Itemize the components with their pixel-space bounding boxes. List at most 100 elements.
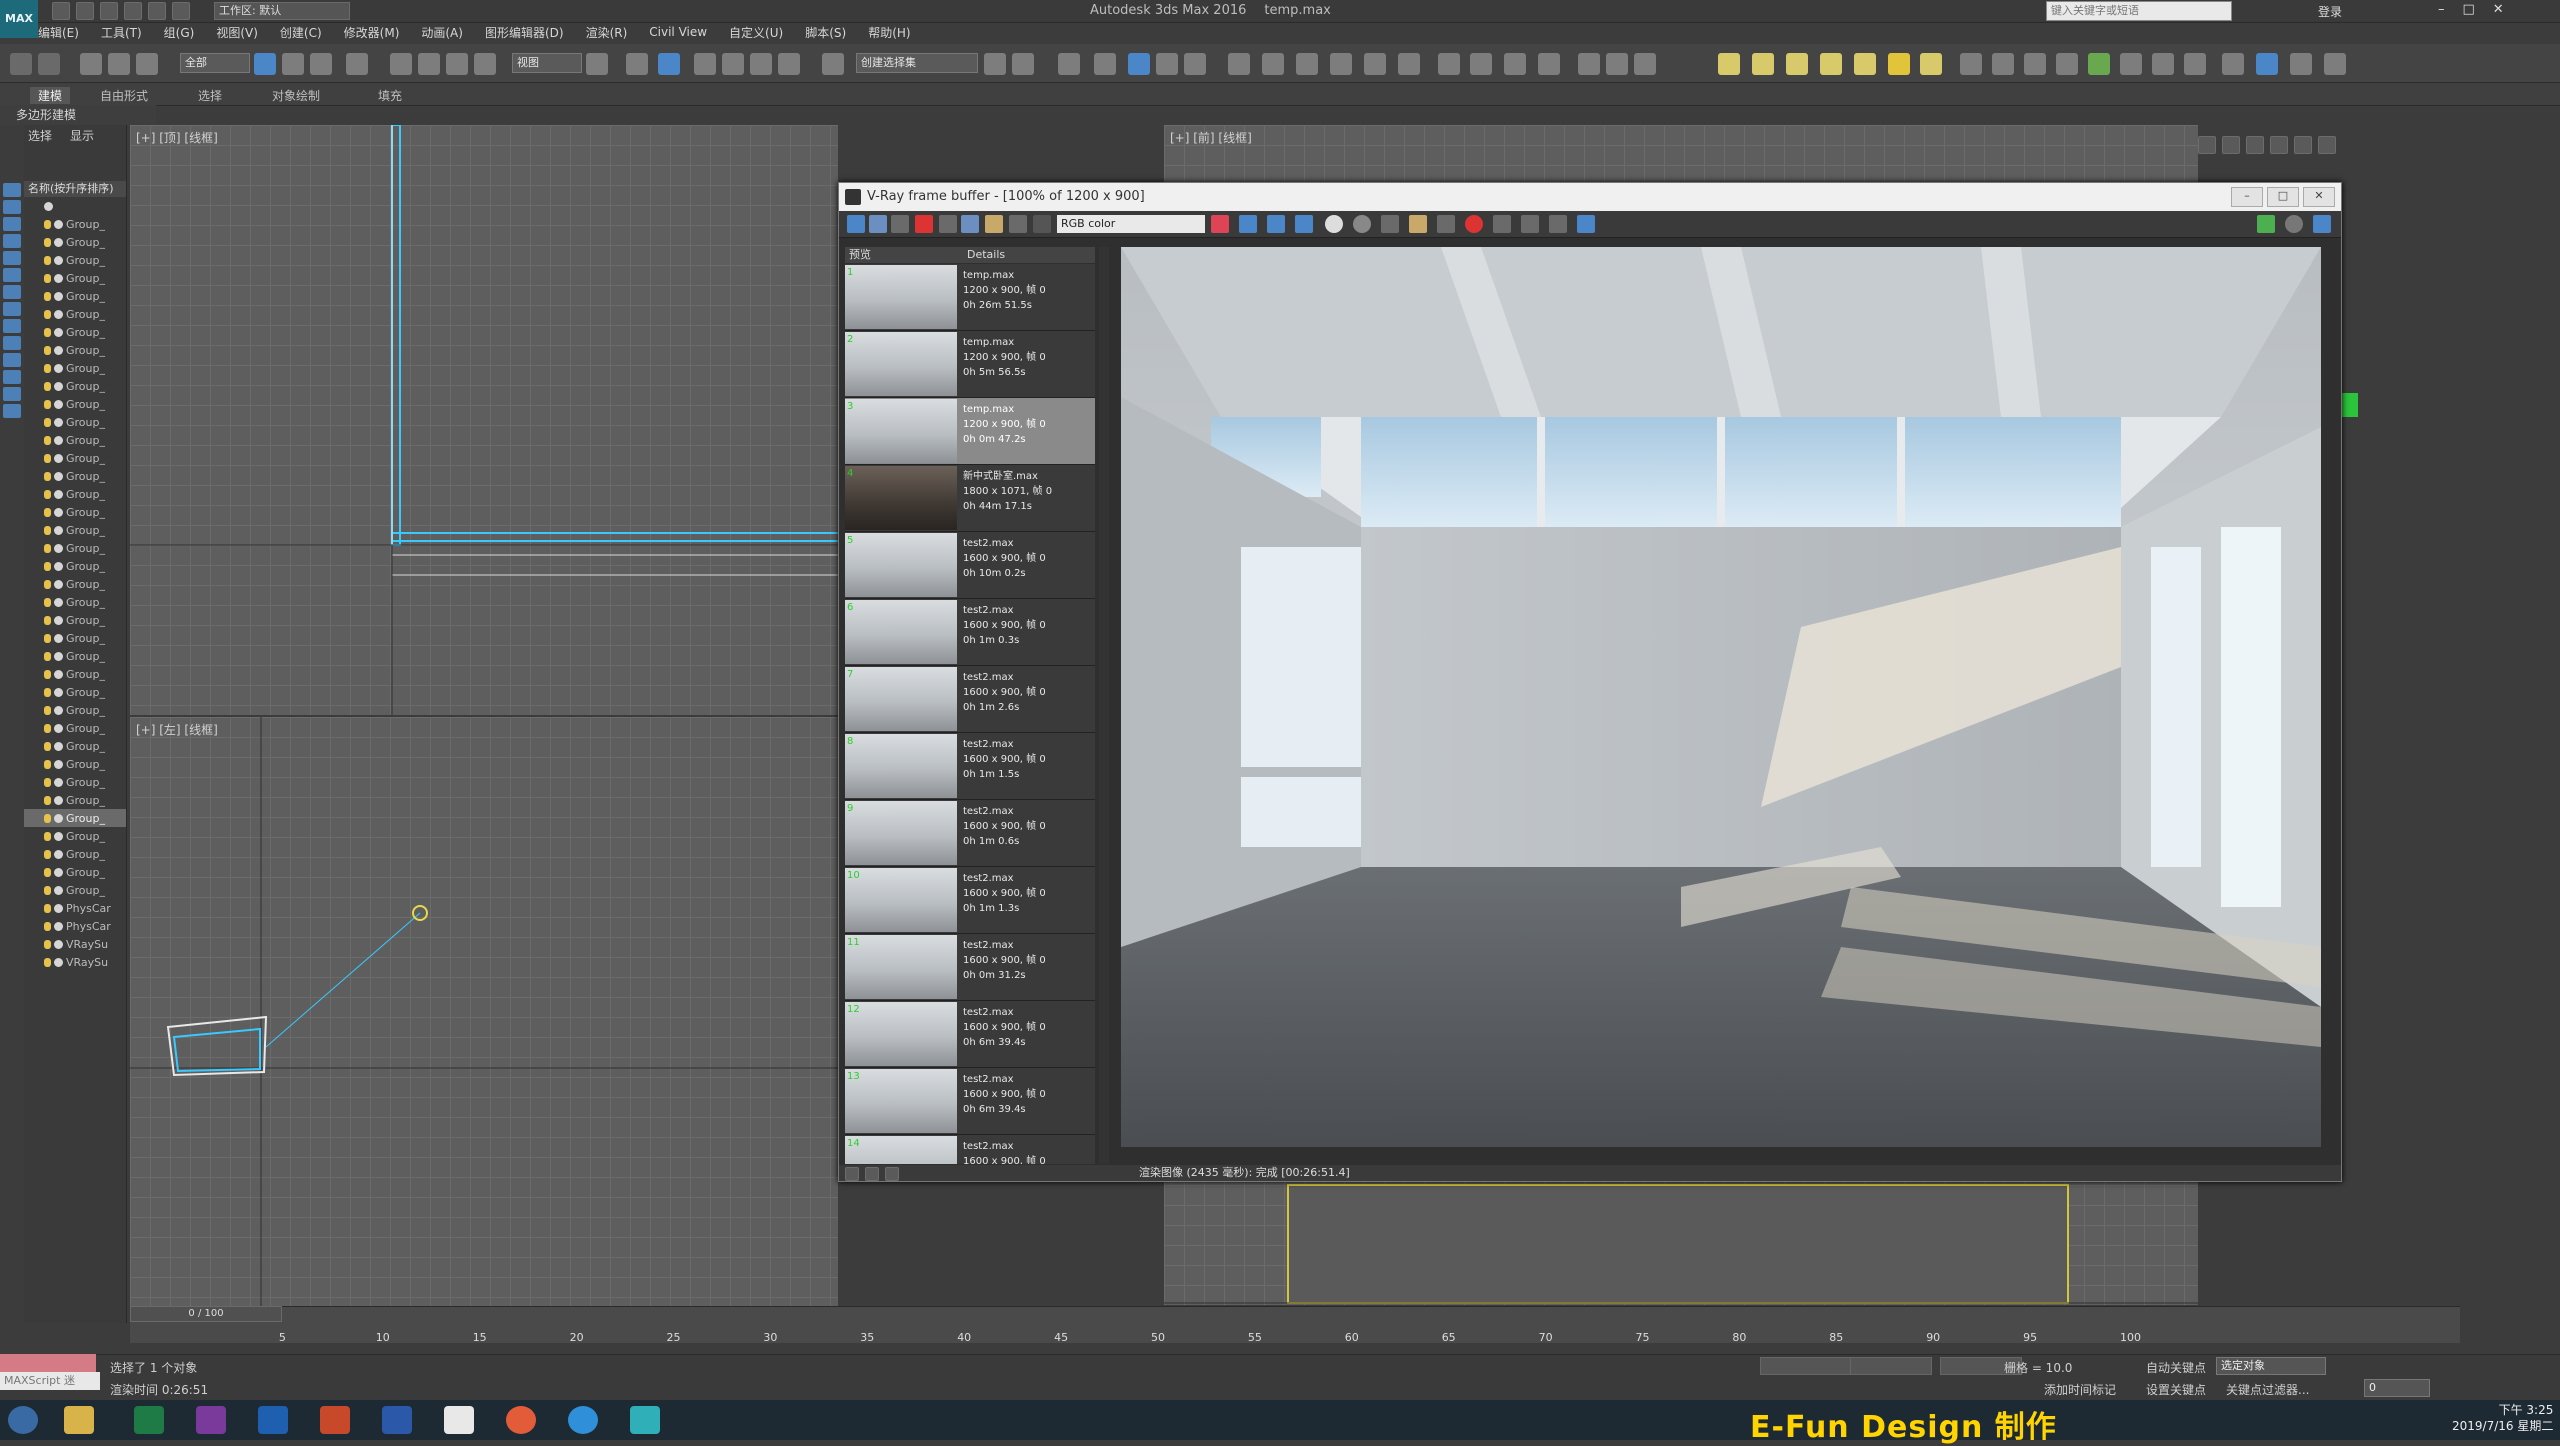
scene-object-row[interactable]: Group_ <box>24 647 126 665</box>
light-bulb-icon[interactable] <box>44 435 51 445</box>
visibility-icon[interactable] <box>54 543 63 553</box>
visibility-icon[interactable] <box>54 651 63 661</box>
light-bulb-icon[interactable] <box>44 615 51 625</box>
scene-filter-icon[interactable] <box>3 404 21 418</box>
ribbon-tab[interactable]: 自由形式 <box>100 87 148 104</box>
light-bulb-icon[interactable] <box>44 795 51 805</box>
mirror-icon[interactable] <box>984 53 1006 75</box>
compare-icon[interactable] <box>939 215 957 233</box>
close-icon[interactable]: ✕ <box>2493 2 2504 17</box>
history-item[interactable]: 3 temp.max 1200 x 900, 帧 0 0h 0m 47.2s <box>845 398 1095 465</box>
reference-coord-combo[interactable]: 视图 <box>512 53 582 73</box>
scene-filter-icon[interactable] <box>3 200 21 214</box>
scene-object-row[interactable]: PhysCar <box>24 917 126 935</box>
selection-filter-combo[interactable]: 全部 <box>180 53 250 73</box>
save-icon[interactable] <box>100 2 118 20</box>
scene-filter-icon[interactable] <box>3 370 21 384</box>
scene-object-row[interactable]: Group_ <box>24 413 126 431</box>
scene-object-row[interactable]: Group_ <box>24 593 126 611</box>
visibility-icon[interactable] <box>54 381 63 391</box>
history-item[interactable]: 1 temp.max 1200 x 900, 帧 0 0h 26m 51.5s <box>845 264 1095 331</box>
light-bulb-icon[interactable] <box>44 867 51 877</box>
monochrome-icon[interactable] <box>1353 215 1371 233</box>
visibility-icon[interactable] <box>54 777 63 787</box>
viewport-label-front[interactable]: [+] [前] [线框] <box>1170 129 1252 146</box>
search-input[interactable]: 键入关键字或短语 <box>2046 1 2232 21</box>
keyboard-shortcut-icon[interactable] <box>658 53 680 75</box>
visibility-icon[interactable] <box>44 201 53 211</box>
visibility-icon[interactable] <box>54 867 63 877</box>
scene-object-row[interactable]: Group_ <box>24 845 126 863</box>
visibility-icon[interactable] <box>54 453 63 463</box>
scene-object-row[interactable]: Group_ <box>24 359 126 377</box>
scene-filter-icon[interactable] <box>3 251 21 265</box>
history-item[interactable]: 6 test2.max 1600 x 900, 帧 0 0h 1m 0.3s <box>845 599 1095 666</box>
light-bulb-icon[interactable] <box>44 705 51 715</box>
scene-object-row[interactable]: Group_ <box>24 233 126 251</box>
light-icon[interactable] <box>1920 53 1942 75</box>
window-crossing-icon[interactable] <box>346 53 368 75</box>
visibility-icon[interactable] <box>54 363 63 373</box>
lens-effects-icon[interactable] <box>1577 215 1595 233</box>
scene-object-row[interactable]: Group_ <box>24 503 126 521</box>
grass-icon[interactable] <box>2120 53 2142 75</box>
display-panel-icon[interactable] <box>2294 136 2312 154</box>
vfb-maximize-button[interactable]: □ <box>2267 187 2299 207</box>
y-coordinate-field[interactable] <box>1850 1357 1932 1375</box>
render-region-icon[interactable] <box>2256 53 2278 75</box>
plane-icon[interactable] <box>1718 53 1740 75</box>
light-bulb-icon[interactable] <box>44 669 51 679</box>
redo-icon[interactable] <box>38 53 60 75</box>
rotate-icon[interactable] <box>418 53 440 75</box>
scene-object-row[interactable]: Group_ <box>24 827 126 845</box>
render-setup-icon[interactable] <box>1262 53 1284 75</box>
visibility-icon[interactable] <box>54 633 63 643</box>
align-icon[interactable] <box>1012 53 1034 75</box>
camera-icon[interactable] <box>2184 53 2206 75</box>
visibility-icon[interactable] <box>54 669 63 679</box>
scene-object-row[interactable]: Group_ <box>24 755 126 773</box>
help-icon[interactable] <box>2324 53 2346 75</box>
ribbon-tab[interactable]: 填充 <box>378 87 402 104</box>
scene-object-row[interactable]: Group_ <box>24 485 126 503</box>
light-bulb-icon[interactable] <box>44 903 51 913</box>
track-mouse-icon[interactable] <box>1521 215 1539 233</box>
menu-item[interactable]: 编辑(E) <box>38 24 79 41</box>
scene-object-row[interactable]: Group_ <box>24 629 126 647</box>
scene-object-row[interactable]: Group_ <box>24 701 126 719</box>
maximize-icon[interactable]: □ <box>2463 2 2475 17</box>
vfb-display-icon-1[interactable] <box>2257 215 2275 233</box>
current-frame-field[interactable]: 0 <box>2364 1379 2430 1397</box>
workspace-selector[interactable]: 工作区: 默认 <box>214 2 350 20</box>
chrome-icon[interactable] <box>506 1406 536 1434</box>
color-picker-icon[interactable] <box>1211 215 1229 233</box>
visibility-icon[interactable] <box>54 273 63 283</box>
scene-root-row[interactable] <box>24 197 126 215</box>
light-bulb-icon[interactable] <box>44 345 51 355</box>
light-bulb-icon[interactable] <box>44 885 51 895</box>
scene-object-row[interactable]: Group_ <box>24 467 126 485</box>
scene-explorer-header[interactable]: 名称(按升序排序) <box>24 181 126 197</box>
red-channel-icon[interactable] <box>1239 215 1257 233</box>
utilities-panel-icon[interactable] <box>2318 136 2336 154</box>
undo-icon[interactable] <box>10 53 32 75</box>
menu-item[interactable]: 帮助(H) <box>868 24 910 41</box>
menu-item[interactable]: 视图(V) <box>216 24 258 41</box>
history-item[interactable]: 10 test2.max 1600 x 900, 帧 0 0h 1m 1.3s <box>845 867 1095 934</box>
history-item[interactable]: 13 test2.max 1600 x 900, 帧 0 0h 6m 39.4s <box>845 1068 1095 1135</box>
vfb-close-button[interactable]: ✕ <box>2303 187 2335 207</box>
object-color-swatch[interactable] <box>2342 393 2358 417</box>
save-vfb-icon[interactable] <box>1381 215 1399 233</box>
curve-editor-icon[interactable] <box>1156 53 1178 75</box>
rect-selection-icon[interactable] <box>310 53 332 75</box>
outlook-icon[interactable] <box>258 1406 288 1434</box>
scene-object-row[interactable]: PhysCar <box>24 899 126 917</box>
visibility-icon[interactable] <box>54 255 63 265</box>
render-iterative-icon[interactable] <box>1364 53 1386 75</box>
light-bulb-icon[interactable] <box>44 813 51 823</box>
light-bulb-icon[interactable] <box>44 597 51 607</box>
history-toggle-icon[interactable] <box>847 215 865 233</box>
visibility-icon[interactable] <box>54 741 63 751</box>
info-icon[interactable] <box>985 215 1003 233</box>
snap-toggle-icon[interactable] <box>694 53 716 75</box>
